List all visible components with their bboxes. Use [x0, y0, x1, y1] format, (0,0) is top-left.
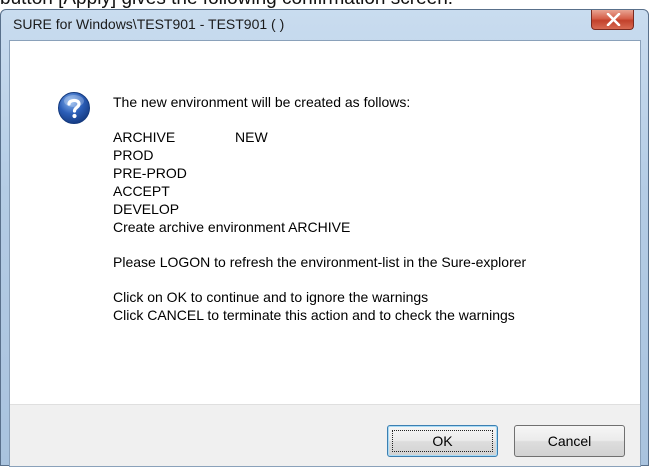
cancel-button[interactable]: Cancel — [514, 425, 625, 457]
ok-button[interactable]: OK — [387, 425, 498, 457]
logon-instruction-text: Please LOGON to refresh the environment-… — [113, 254, 527, 270]
confirmation-dialog: SURE for Windows\TEST901 - TEST901 ( ) T… — [0, 9, 649, 467]
environment-name: PROD — [113, 147, 154, 163]
question-icon — [58, 92, 90, 124]
environment-name: PRE-PROD — [113, 165, 187, 181]
close-button[interactable] — [591, 10, 634, 30]
create-archive-text: Create archive environment ARCHIVE — [113, 219, 351, 235]
environment-row-accept: ACCEPT — [113, 182, 526, 200]
button-bar: OK Cancel — [10, 404, 640, 466]
cancel-button-label: Cancel — [547, 433, 592, 449]
environment-row-archive: ARCHIVE NEW — [113, 128, 526, 146]
ok-instruction-text: Click on OK to continue and to ignore th… — [113, 289, 429, 305]
cancel-instruction-text: Click CANCEL to terminate this action an… — [113, 307, 515, 323]
message-text: The new environment will be created as f… — [113, 93, 526, 324]
dialog-body: The new environment will be created as f… — [9, 40, 641, 467]
environment-name: ACCEPT — [113, 183, 170, 199]
environment-status: NEW — [235, 129, 268, 145]
environment-row-develop: DEVELOP — [113, 200, 526, 218]
ok-button-label: OK — [432, 433, 453, 449]
environment-name: ARCHIVE — [113, 129, 176, 145]
environment-name: DEVELOP — [113, 201, 180, 217]
title-bar[interactable]: SURE for Windows\TEST901 - TEST901 ( ) — [1, 10, 648, 38]
intro-text: The new environment will be created as f… — [113, 94, 411, 110]
window-title: SURE for Windows\TEST901 - TEST901 ( ) — [13, 16, 285, 32]
close-icon — [606, 13, 621, 26]
environment-row-pre-prod: PRE-PROD — [113, 164, 526, 182]
environment-row-prod: PROD — [113, 146, 526, 164]
